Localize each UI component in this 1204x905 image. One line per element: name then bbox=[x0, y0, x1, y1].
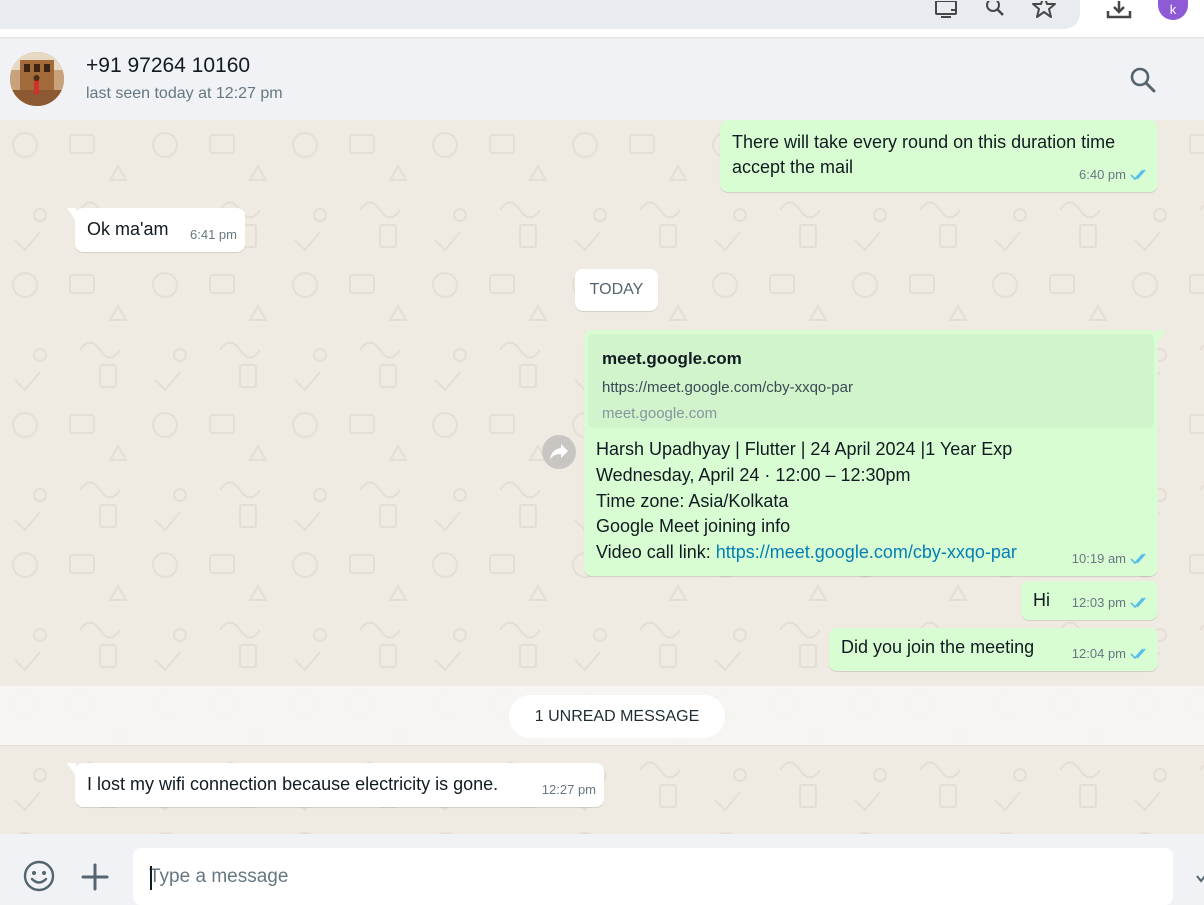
download-icon[interactable] bbox=[1105, 0, 1133, 22]
message-text: Hi bbox=[1033, 590, 1050, 610]
chevron-down-icon[interactable] bbox=[1195, 872, 1204, 886]
link-preview-url: https://meet.google.com/cby-xxqo-par bbox=[602, 379, 853, 396]
message-list[interactable]: There will take every round on this dura… bbox=[0, 120, 1204, 834]
bubble-tail bbox=[67, 208, 76, 221]
search-icon[interactable] bbox=[1128, 65, 1158, 95]
message-time: 6:41 pm bbox=[190, 227, 237, 242]
message-bubble-outgoing[interactable]: Did you join the meeting 12:04 pm bbox=[829, 628, 1158, 671]
last-seen-status: last seen today at 12:27 pm bbox=[86, 85, 283, 102]
read-receipt-icon bbox=[1130, 552, 1146, 564]
unread-count-label: 1 UNREAD MESSAGE bbox=[509, 695, 725, 738]
read-receipt-icon bbox=[1130, 168, 1146, 180]
attach-plus-icon[interactable] bbox=[80, 862, 110, 892]
forward-icon[interactable] bbox=[542, 435, 576, 469]
meeting-link-line: Video call link: https://meet.google.com… bbox=[596, 540, 1017, 566]
link-preview-domain: meet.google.com bbox=[602, 405, 718, 422]
unread-divider: 1 UNREAD MESSAGE bbox=[0, 686, 1204, 746]
composer-bar bbox=[0, 834, 1204, 905]
message-bubble-incoming[interactable]: Ok ma'am 6:41 pm bbox=[67, 208, 245, 252]
bubble-tail bbox=[1157, 330, 1166, 343]
message-meta: 10:19 am bbox=[1072, 546, 1150, 571]
read-receipt-icon bbox=[1130, 647, 1146, 659]
message-meta: 12:27 pm bbox=[542, 777, 596, 802]
meeting-link[interactable]: https://meet.google.com/cby-xxqo-par bbox=[716, 542, 1017, 562]
message-time: 12:03 pm bbox=[1071, 595, 1126, 610]
contact-avatar[interactable] bbox=[10, 52, 64, 106]
message-text: Ok ma'am bbox=[87, 219, 169, 239]
bubble-tail bbox=[67, 763, 76, 776]
message-text: Did you join the meeting bbox=[841, 637, 1035, 657]
message-text: accept the mail bbox=[732, 157, 854, 177]
browser-profile-avatar[interactable]: k bbox=[1158, 0, 1188, 20]
emoji-icon[interactable] bbox=[22, 859, 56, 893]
bookmark-star-icon[interactable] bbox=[1030, 0, 1058, 22]
message-time: 12:04 pm bbox=[1071, 646, 1126, 661]
text-cursor bbox=[150, 866, 152, 890]
message-meta: 12:03 pm bbox=[1072, 590, 1150, 615]
chat-header[interactable]: +91 97264 10160 last seen today at 12:27… bbox=[0, 39, 1204, 120]
zoom-icon[interactable] bbox=[982, 0, 1010, 22]
message-input[interactable] bbox=[133, 848, 1173, 905]
date-divider: TODAY bbox=[575, 269, 658, 311]
message-bubble-incoming[interactable]: I lost my wifi connection because electr… bbox=[67, 763, 604, 807]
browser-toolbar: k bbox=[0, 0, 1204, 38]
read-receipt-icon bbox=[1130, 596, 1146, 608]
message-meta: 12:04 pm bbox=[1072, 641, 1150, 666]
contact-name[interactable]: +91 97264 10160 bbox=[86, 54, 250, 78]
message-bubble-outgoing-meeting[interactable]: meet.google.com https://meet.google.com/… bbox=[584, 330, 1166, 576]
message-time: 6:40 pm bbox=[1079, 167, 1126, 182]
message-time: 10:19 am bbox=[1071, 551, 1126, 566]
profile-initial: k bbox=[1169, 2, 1177, 17]
message-time: 12:27 pm bbox=[541, 782, 596, 797]
meeting-title-line: Harsh Upadhyay | Flutter | 24 April 2024… bbox=[596, 439, 1013, 459]
message-meta: 6:40 pm bbox=[1079, 162, 1150, 187]
message-meta: 6:41 pm bbox=[190, 222, 237, 247]
link-prefix: Video call link: bbox=[596, 542, 716, 563]
meeting-date-line: Wednesday, April 24 · 12:00 – 12:30pm bbox=[596, 464, 911, 485]
message-text: There will take every round on this dura… bbox=[732, 132, 1116, 152]
link-preview-title: meet.google.com bbox=[602, 349, 742, 368]
address-bar[interactable] bbox=[0, 0, 1080, 29]
link-preview-card[interactable]: meet.google.com https://meet.google.com/… bbox=[588, 334, 1154, 428]
install-app-icon[interactable] bbox=[933, 0, 961, 22]
message-text: I lost my wifi connection because electr… bbox=[87, 774, 499, 794]
message-bubble-outgoing[interactable]: Hi 12:03 pm bbox=[1021, 581, 1158, 620]
message-bubble-outgoing[interactable]: There will take every round on this dura… bbox=[720, 120, 1158, 192]
meeting-info-line: Google Meet joining info bbox=[596, 516, 791, 537]
meeting-timezone-line: Time zone: Asia/Kolkata bbox=[596, 490, 789, 511]
